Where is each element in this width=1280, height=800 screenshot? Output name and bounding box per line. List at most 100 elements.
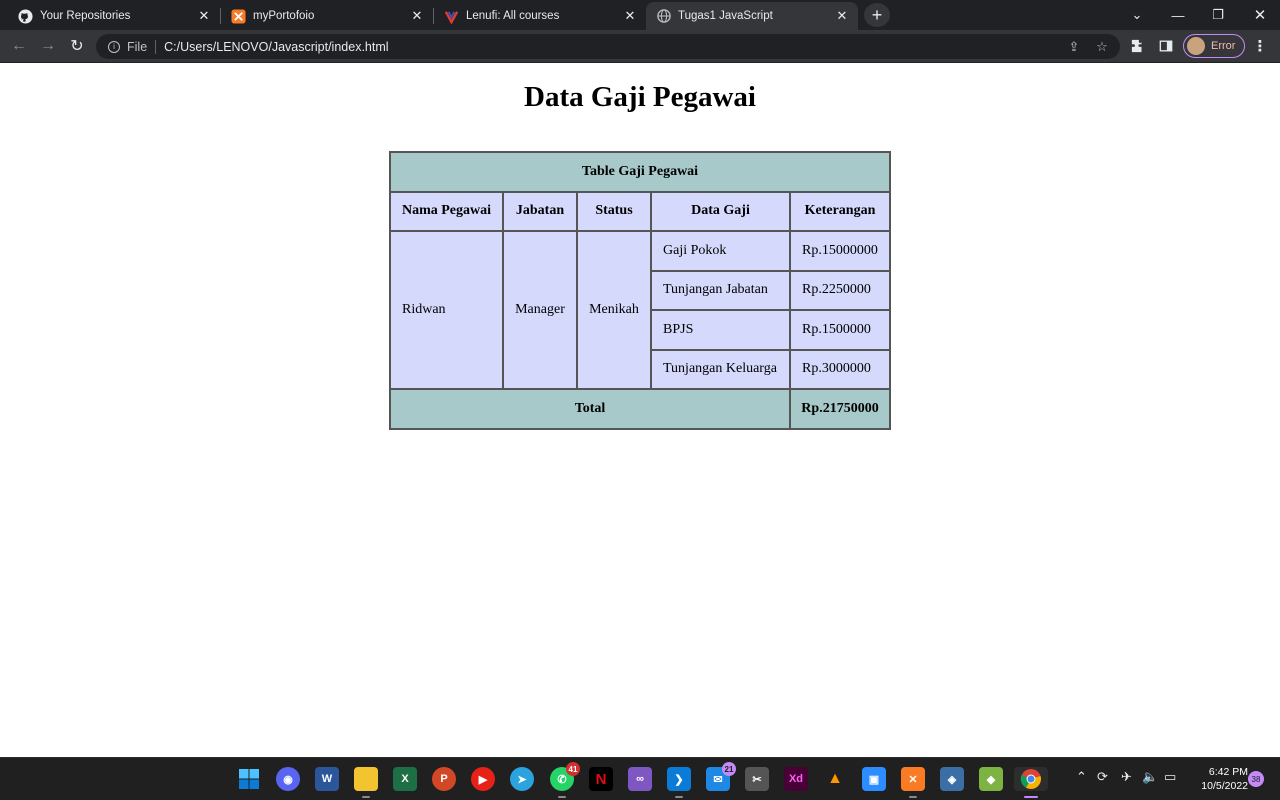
reload-button[interactable]: ↻ <box>66 35 88 57</box>
plus-icon: + <box>871 4 883 25</box>
sync-icon[interactable]: ⟳ <box>1097 770 1108 785</box>
salary-item: Gaji Pokok <box>650 230 791 272</box>
system-clock[interactable]: 6:42 PM 10/5/2022 <box>1186 765 1248 793</box>
salary-amount: Rp.1500000 <box>789 309 891 351</box>
salary-amount: Rp.15000000 <box>789 230 891 272</box>
visual-studio-icon[interactable]: ∞ <box>628 767 652 791</box>
reload-icon: ↻ <box>70 38 84 55</box>
tab-search-button[interactable]: ⌄ <box>1123 4 1151 26</box>
virtualbox-icon[interactable]: ◈ <box>940 767 964 791</box>
windows-taskbar: ◉ W X P ▶ ➤ ✆ 41 N ∞ ❯ ✉ 21 ✂ Xd ▲ ▣ ✕ ◈ ◆… <box>0 757 1280 800</box>
xampp-icon <box>231 8 246 24</box>
tab-title: Lenufi: All courses <box>466 10 560 22</box>
table-row: Ridwan Manager Menikah Gaji Pokok Rp.150… <box>389 230 891 390</box>
chevron-up-icon[interactable]: ⌃ <box>1076 770 1087 785</box>
avatar <box>1187 37 1205 55</box>
bookmark-star-icon[interactable]: ☆ <box>1092 39 1112 55</box>
browser-tab-strip: Your Repositories ✕ myPortofoio ✕ Lenufi… <box>0 0 1280 30</box>
close-window-button[interactable]: ✕ <box>1246 4 1274 26</box>
salary-amount: Rp.3000000 <box>789 348 891 390</box>
share-icon[interactable]: ⇪ <box>1064 39 1084 55</box>
chrome-taskbar-button[interactable] <box>1014 767 1048 798</box>
github-icon <box>18 8 33 24</box>
xampp-icon[interactable]: ✕ <box>901 767 925 798</box>
tab-tugas1-javascript[interactable]: Tugas1 JavaScript ✕ <box>646 2 858 30</box>
extensions-puzzle-icon[interactable] <box>1128 36 1148 56</box>
notification-badge[interactable]: 38 <box>1248 771 1264 787</box>
close-icon[interactable]: ✕ <box>407 8 427 24</box>
active-indicator <box>1024 796 1038 798</box>
airplane-mode-icon[interactable]: ✈ <box>1121 770 1132 785</box>
page-content: Data Gaji Pegawai Table Gaji Pegawai Nam… <box>0 63 1280 757</box>
total-value: Rp.21750000 <box>789 388 891 430</box>
discord-icon[interactable]: ◉ <box>276 767 300 791</box>
forward-button[interactable]: → <box>37 35 59 57</box>
close-icon: ✕ <box>1253 7 1267 24</box>
minimize-button[interactable]: — <box>1164 4 1192 26</box>
minimize-icon: — <box>1171 7 1185 23</box>
clock-time: 6:42 PM <box>1208 766 1248 778</box>
matlab-icon[interactable]: ▲ <box>823 767 847 791</box>
zoom-icon[interactable]: ▣ <box>862 767 886 791</box>
battery-icon[interactable]: ▭ <box>1164 770 1176 785</box>
table-caption: Table Gaji Pegawai <box>389 151 891 193</box>
tab-title: myPortofoio <box>253 10 315 22</box>
info-icon[interactable]: i <box>108 40 120 53</box>
file-explorer-icon[interactable] <box>354 767 378 798</box>
restore-button[interactable]: ❐ <box>1204 4 1232 26</box>
vscode-icon[interactable]: ❯ <box>667 767 691 798</box>
salary-item: Tunjangan Keluarga <box>650 348 791 390</box>
clock-date: 10/5/2022 <box>1201 780 1248 792</box>
telegram-icon[interactable]: ➤ <box>510 767 534 791</box>
lenufi-icon <box>444 9 459 24</box>
globe-icon <box>656 9 671 24</box>
start-button[interactable] <box>237 767 261 791</box>
close-icon[interactable]: ✕ <box>194 8 214 24</box>
browser-toolbar: ← → ↻ i File C:/Users/LENOVO/Javascript/… <box>0 30 1280 63</box>
back-button[interactable]: ← <box>8 35 30 57</box>
url-scheme: File <box>127 39 148 54</box>
tab-your-repositories[interactable]: Your Repositories ✕ <box>8 2 220 30</box>
mail-icon[interactable]: ✉ 21 <box>706 762 736 791</box>
column-header: Keterangan <box>789 190 891 232</box>
salary-item: BPJS <box>650 309 791 351</box>
word-icon[interactable]: W <box>315 767 339 791</box>
total-row: Total Rp.21750000 <box>389 388 891 430</box>
new-tab-button[interactable]: + <box>864 3 890 27</box>
side-panel-icon[interactable] <box>1156 36 1176 56</box>
tab-lenufi[interactable]: Lenufi: All courses ✕ <box>434 2 646 30</box>
close-icon[interactable]: ✕ <box>620 8 640 24</box>
column-header: Nama Pegawai <box>389 190 504 232</box>
git-icon[interactable]: ◆ <box>979 767 1003 791</box>
profile-button[interactable]: Error <box>1183 34 1245 58</box>
salary-table: Table Gaji Pegawai Nama Pegawai Jabatan … <box>389 151 891 430</box>
whatsapp-badge: 41 <box>566 762 580 776</box>
tab-myportofoio[interactable]: myPortofoio ✕ <box>221 2 433 30</box>
employee-position: Manager <box>502 230 578 390</box>
whatsapp-icon[interactable]: ✆ 41 <box>550 762 580 798</box>
excel-icon[interactable]: X <box>393 767 417 791</box>
divider <box>155 39 157 54</box>
youtube-music-icon[interactable]: ▶ <box>471 767 495 791</box>
column-header: Status <box>576 190 652 232</box>
menu-kebab-icon[interactable]: ⋮ <box>1250 36 1270 56</box>
salary-amount: Rp.2250000 <box>789 269 891 311</box>
employee-status: Menikah <box>576 230 652 390</box>
arrow-right-icon: → <box>40 37 56 54</box>
column-header: Data Gaji <box>650 190 791 232</box>
adobe-xd-icon[interactable]: Xd <box>784 767 808 791</box>
netflix-icon[interactable]: N <box>589 767 613 791</box>
running-indicator <box>909 796 917 798</box>
url-text[interactable]: C:/Users/LENOVO/Javascript/index.html <box>164 40 388 54</box>
close-icon[interactable]: ✕ <box>832 8 852 24</box>
salary-item: Tunjangan Jabatan <box>650 269 791 311</box>
powerpoint-icon[interactable]: P <box>432 767 456 791</box>
snipping-tool-icon[interactable]: ✂ <box>745 767 769 791</box>
employee-name: Ridwan <box>389 230 504 390</box>
total-label: Total <box>389 388 791 430</box>
volume-icon[interactable]: 🔈 <box>1142 770 1158 785</box>
tab-title: Your Repositories <box>40 10 131 22</box>
address-bar[interactable]: i File C:/Users/LENOVO/Javascript/index.… <box>96 34 1120 59</box>
chrome-icon <box>1020 769 1041 789</box>
windows-logo-icon <box>239 769 259 789</box>
